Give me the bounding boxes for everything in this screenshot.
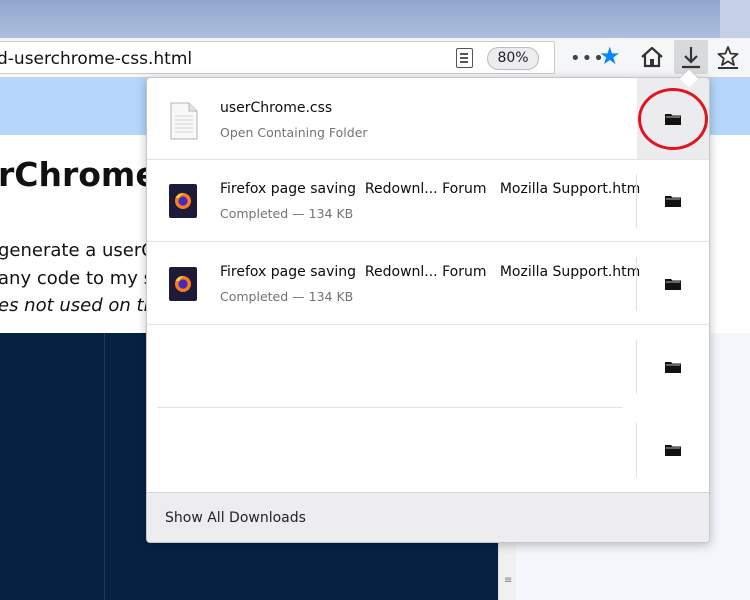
show-all-downloads-label: Show All Downloads	[165, 510, 306, 526]
page-title: rChrome	[0, 155, 158, 194]
page-text-line: generate a userCh	[0, 240, 166, 261]
item-separator	[157, 407, 623, 408]
folder-icon	[665, 445, 681, 456]
scrollbar-grip-icon[interactable]: ≡	[504, 575, 512, 586]
firefox-file-icon	[169, 267, 197, 301]
download-status[interactable]: Open Containing Folder	[220, 125, 368, 140]
open-folder-button[interactable]	[637, 160, 709, 242]
download-status: Completed — 134 KB	[220, 289, 354, 304]
title-strip-edge	[720, 0, 750, 38]
zoom-level-button[interactable]: 80%	[487, 47, 539, 70]
download-filename: Firefox page saving Redownl... Forum Moz…	[220, 181, 641, 197]
url-text[interactable]: d-userchrome-css.html	[0, 49, 192, 69]
library-button[interactable]	[712, 41, 744, 73]
download-item[interactable]	[147, 326, 709, 408]
file-icon	[170, 102, 198, 140]
folder-icon	[665, 279, 681, 290]
window-title-strip	[0, 0, 750, 38]
url-bar[interactable]: d-userchrome-css.html 80%	[0, 41, 555, 74]
download-item[interactable]	[147, 409, 709, 491]
home-button[interactable]	[636, 41, 668, 73]
bookmark-star-icon[interactable]: ★	[599, 44, 621, 68]
library-star-icon	[717, 46, 739, 69]
item-separator	[147, 241, 709, 242]
open-folder-button[interactable]	[637, 409, 709, 491]
download-filename: userChrome.css	[220, 100, 333, 116]
download-item[interactable]: Firefox page saving Redownl... Forum Moz…	[147, 243, 709, 325]
download-item[interactable]: Firefox page saving Redownl... Forum Moz…	[147, 160, 709, 242]
page-text-line: any code to my se	[0, 268, 165, 289]
firefox-file-icon	[169, 184, 197, 218]
download-item[interactable]: userChrome.css Open Containing Folder	[147, 78, 709, 160]
open-folder-button[interactable]	[637, 243, 709, 325]
folder-icon	[665, 362, 681, 373]
home-icon	[641, 46, 663, 68]
show-all-downloads-button[interactable]: Show All Downloads	[147, 492, 709, 542]
downloads-button[interactable]	[674, 40, 708, 74]
dark-panel-divider	[104, 333, 105, 600]
reader-view-icon[interactable]	[456, 48, 473, 68]
download-filename: Firefox page saving Redownl... Forum Moz…	[220, 264, 641, 280]
downloads-panel: userChrome.css Open Containing Folder Fi…	[146, 77, 710, 543]
highlight-circle	[638, 88, 708, 150]
download-arrow-icon	[682, 47, 700, 69]
open-folder-button[interactable]	[637, 326, 709, 408]
folder-icon	[665, 196, 681, 207]
download-status: Completed — 134 KB	[220, 206, 354, 221]
item-separator	[147, 324, 709, 325]
